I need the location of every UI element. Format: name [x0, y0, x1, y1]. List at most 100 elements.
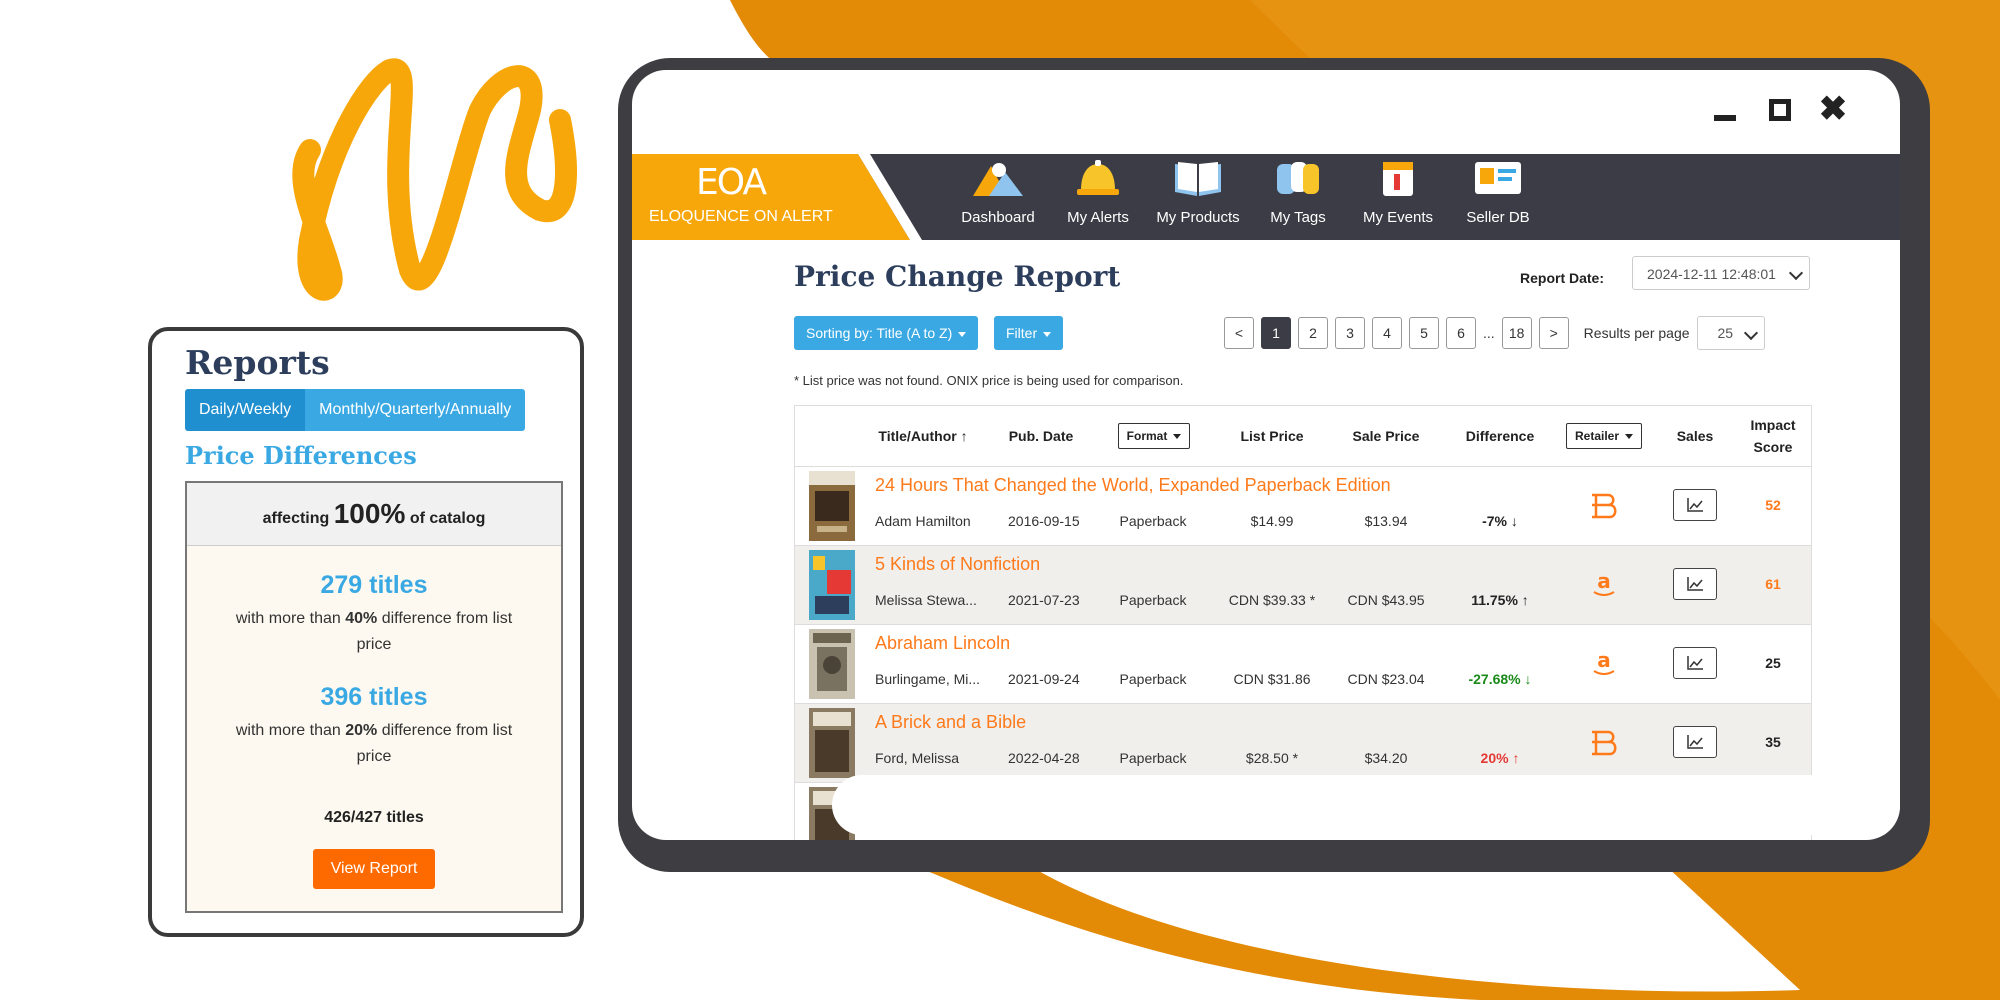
stat-percent: 40%: [345, 610, 378, 627]
nav-label: My Products: [1156, 209, 1240, 226]
nav-item-dashboard[interactable]: Dashboard: [948, 154, 1048, 240]
sort-button[interactable]: Sorting by: Title (A to Z): [794, 316, 979, 350]
page-prev-button[interactable]: <: [1224, 317, 1254, 349]
nav-item-my-events[interactable]: My Events: [1348, 154, 1448, 240]
col-title-author[interactable]: Title/Author ↑: [863, 406, 983, 466]
report-date-label: Report Date:: [1520, 270, 1605, 286]
col-sale-price[interactable]: Sale Price: [1331, 406, 1441, 466]
impact-score: 61: [1765, 576, 1781, 592]
view-report-button[interactable]: View Report: [313, 849, 435, 889]
author: Melissa Stewa...: [875, 592, 977, 608]
nav-item-my-products[interactable]: My Products: [1148, 154, 1248, 240]
retailer-filter-dropdown[interactable]: Retailer: [1565, 423, 1643, 449]
squiggle-decoration: [292, 58, 577, 301]
sales-chart-button[interactable]: [1673, 726, 1717, 758]
caret-down-icon: [1173, 434, 1182, 440]
line-chart-icon: [1687, 735, 1703, 749]
page-button-2[interactable]: 2: [1298, 317, 1328, 349]
pub-date: 2021-07-23: [1008, 592, 1080, 608]
affecting-prefix: affecting: [262, 510, 330, 527]
sales-chart-button[interactable]: [1673, 647, 1717, 679]
app-nav-bar: EOA ELOQUENCE ON ALERT Dashboard My Aler…: [632, 154, 1900, 240]
sale-price: CDN $23.04: [1347, 671, 1425, 687]
book-title-link[interactable]: A Brick and a Bible: [875, 712, 1026, 733]
stat-count: 396 titles: [320, 683, 428, 711]
reports-title: Reports: [185, 343, 330, 382]
nav-items: Dashboard My Alerts My Products My Tags: [948, 154, 1548, 240]
book-title-link[interactable]: Abraham Lincoln: [875, 633, 1010, 654]
col-impact-score[interactable]: Impact Score: [1735, 406, 1811, 466]
book-cover-image: [809, 629, 855, 699]
close-icon[interactable]: ✖: [1818, 92, 1848, 126]
tab-daily-weekly[interactable]: Daily/Weekly: [185, 389, 306, 431]
impact-score: 52: [1765, 497, 1781, 513]
format-filter-dropdown[interactable]: Format: [1117, 423, 1191, 449]
results-per-page-select[interactable]: 25: [1696, 316, 1765, 350]
sale-price: CDN $43.95: [1347, 592, 1425, 608]
stat-prefix: with more than: [235, 722, 341, 739]
sale-price: $34.20: [1364, 750, 1408, 766]
logo-background: [632, 154, 922, 240]
nav-item-seller-db[interactable]: Seller DB: [1448, 154, 1548, 240]
sale-price: $13.94: [1364, 513, 1408, 529]
tab-monthly-quarterly-annually[interactable]: Monthly/Quarterly/Annually: [305, 389, 526, 431]
caret-down-icon: [1043, 331, 1052, 337]
nav-item-my-alerts[interactable]: My Alerts: [1048, 154, 1148, 240]
difference: 20% ↑: [1480, 750, 1520, 766]
barnes-noble-icon[interactable]: [1588, 728, 1620, 758]
page-button-5[interactable]: 5: [1409, 317, 1439, 349]
stat-40-percent: 279 titles with more than 40% difference…: [187, 571, 561, 658]
col-list-price[interactable]: List Price: [1217, 406, 1327, 466]
format: Paperback: [1119, 671, 1187, 687]
minimize-icon[interactable]: [1710, 94, 1740, 124]
barnes-noble-icon[interactable]: [1588, 491, 1620, 521]
line-chart-icon: [1687, 656, 1703, 670]
amazon-icon[interactable]: a: [1588, 570, 1620, 600]
window-bottom-curve: [832, 775, 1900, 835]
page-title: Price Change Report: [794, 260, 1121, 293]
app-window: ✖ EOA ELOQUENCE ON ALERT Dashboard My Al…: [632, 70, 1900, 840]
page-button-1[interactable]: 1: [1261, 317, 1291, 349]
maximize-icon[interactable]: [1764, 94, 1794, 124]
sales-chart-button[interactable]: [1673, 489, 1717, 521]
col-format: Format: [1109, 406, 1199, 466]
book-title-link[interactable]: 5 Kinds of Nonfiction: [875, 554, 1040, 575]
impact-score: 35: [1765, 734, 1781, 750]
col-pub-date[interactable]: Pub. Date: [991, 406, 1091, 466]
results-per-page-label: Results per page: [1583, 325, 1690, 341]
calendar-icon: [1383, 162, 1413, 196]
format: Paperback: [1119, 750, 1187, 766]
catalog-coverage: affecting 100% of catalog: [187, 483, 561, 546]
format: Paperback: [1119, 592, 1187, 608]
report-date-select[interactable]: 2024-12-11 12:48:01: [1632, 256, 1810, 290]
page-button-last[interactable]: 18: [1501, 317, 1532, 349]
chevron-down-icon: [1788, 265, 1804, 281]
page-button-6[interactable]: 6: [1446, 317, 1476, 349]
stat-percent: 20%: [345, 722, 378, 739]
table-row: Abraham Lincoln Burlingame, Mi... 2021-0…: [795, 625, 1811, 704]
stat-suffix: difference from list price: [356, 722, 513, 765]
book-cover-image: [809, 471, 855, 541]
report-period-tabs: Daily/Weekly Monthly/Quarterly/Annually: [185, 389, 526, 431]
filter-button[interactable]: Filter: [994, 316, 1064, 350]
nav-label: Dashboard: [961, 209, 1035, 226]
sort-button-label: Sorting by: Title (A to Z): [806, 325, 953, 341]
mountains-icon: [973, 163, 1023, 196]
nav-item-my-tags[interactable]: My Tags: [1248, 154, 1348, 240]
nav-label: Seller DB: [1466, 209, 1530, 226]
page-button-3[interactable]: 3: [1335, 317, 1365, 349]
retailer-filter-label: Retailer: [1574, 429, 1620, 443]
page-button-4[interactable]: 4: [1372, 317, 1402, 349]
col-retailer: Retailer: [1559, 406, 1649, 466]
book-title-link[interactable]: 24 Hours That Changed the World, Expande…: [875, 475, 1391, 496]
amazon-icon[interactable]: a: [1588, 649, 1620, 679]
author: Adam Hamilton: [875, 513, 971, 529]
logo[interactable]: EOA ELOQUENCE ON ALERT: [632, 154, 932, 240]
affecting-suffix: of catalog: [409, 510, 486, 527]
sales-chart-button[interactable]: [1673, 568, 1717, 600]
page-next-button[interactable]: >: [1538, 317, 1569, 349]
col-difference[interactable]: Difference: [1445, 406, 1555, 466]
nav-label: My Alerts: [1067, 209, 1129, 226]
report-date-value: 2024-12-11 12:48:01: [1647, 266, 1776, 282]
list-price: CDN $31.86: [1233, 671, 1311, 687]
